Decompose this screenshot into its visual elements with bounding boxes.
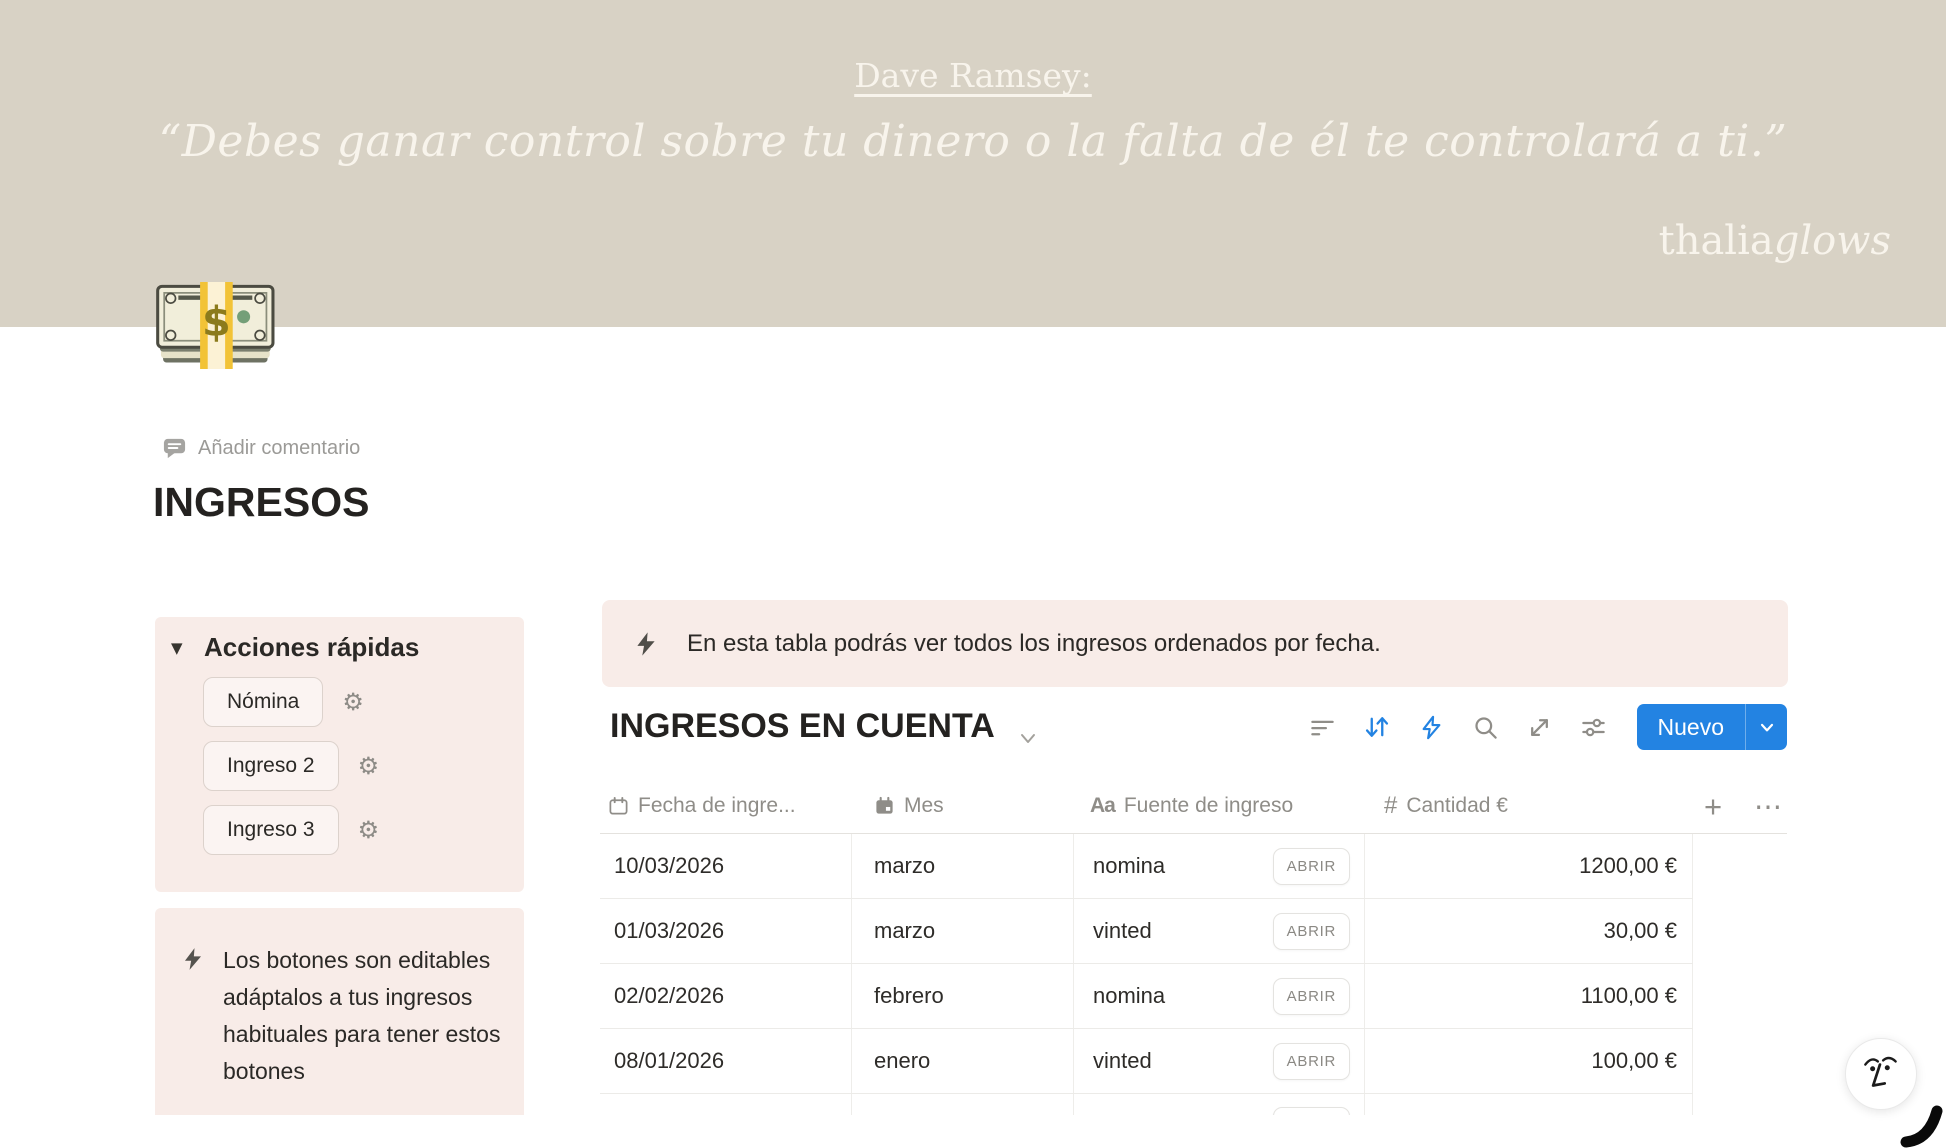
quick-action-button-ingreso-2[interactable]: Ingreso 2 bbox=[203, 741, 339, 791]
open-row-button[interactable]: ABRIR bbox=[1273, 1043, 1350, 1080]
column-label: Fecha de ingre... bbox=[638, 794, 796, 818]
column-header-fecha[interactable]: Fecha de ingre... bbox=[600, 779, 852, 833]
cell-fecha[interactable]: 10/03/2026 bbox=[600, 834, 852, 898]
cell-mes[interactable] bbox=[852, 1094, 1074, 1115]
comment-bubble-icon bbox=[162, 436, 187, 461]
banknotes-page-icon[interactable]: $ bbox=[152, 282, 283, 369]
filter-icon[interactable] bbox=[1309, 714, 1336, 741]
view-settings-sliders-icon[interactable] bbox=[1580, 714, 1607, 741]
cell-fuente[interactable]: nomina ABRIR bbox=[1074, 834, 1365, 898]
new-button[interactable]: Nuevo bbox=[1637, 704, 1745, 750]
new-button-group: Nuevo bbox=[1637, 704, 1787, 750]
table-callout-text: En esta tabla podrás ver todos los ingre… bbox=[687, 630, 1381, 658]
ink-crescent-mark bbox=[1899, 1098, 1946, 1148]
bottom-clip-mask bbox=[0, 1115, 1946, 1148]
add-comment-label: Añadir comentario bbox=[198, 437, 360, 460]
cell-fuente[interactable]: ABRIR bbox=[1074, 1094, 1365, 1115]
cell-mes[interactable]: marzo bbox=[852, 834, 1074, 898]
column-label: Mes bbox=[904, 794, 944, 818]
page-title: INGRESOS bbox=[153, 479, 369, 526]
table-row-partial: ABRIR bbox=[600, 1094, 1693, 1115]
gear-icon[interactable]: ⚙ bbox=[358, 754, 380, 778]
table-info-callout: En esta tabla podrás ver todos los ingre… bbox=[602, 600, 1788, 687]
quick-action-button-ingreso-3[interactable]: Ingreso 3 bbox=[203, 805, 339, 855]
automation-lightning-icon[interactable] bbox=[1418, 714, 1445, 741]
quote-attribution: Dave Ramsey: bbox=[0, 56, 1946, 95]
signature-regular: thalia bbox=[1659, 218, 1774, 264]
calendar-filled-icon bbox=[874, 796, 895, 817]
cell-fecha[interactable] bbox=[600, 1094, 852, 1115]
signature-italic: glows bbox=[1774, 218, 1891, 264]
column-label: Fuente de ingreso bbox=[1124, 794, 1293, 818]
open-row-button[interactable]: ABRIR bbox=[1273, 978, 1350, 1015]
table-row: 08/01/2026 enero vinted ABRIR 100,00 € bbox=[600, 1029, 1693, 1094]
expand-icon[interactable] bbox=[1526, 714, 1553, 741]
column-header-cantidad[interactable]: # Cantidad € bbox=[1365, 779, 1693, 833]
cell-mes[interactable]: febrero bbox=[852, 964, 1074, 1028]
cell-fecha[interactable]: 02/02/2026 bbox=[600, 964, 852, 1028]
cell-cantidad[interactable]: 30,00 € bbox=[1365, 899, 1693, 963]
table-row: 10/03/2026 marzo nomina ABRIR 1200,00 € bbox=[600, 834, 1693, 899]
cell-fecha[interactable]: 01/03/2026 bbox=[600, 899, 852, 963]
fuente-value: nomina bbox=[1093, 853, 1165, 879]
signature: thaliaglows bbox=[1659, 218, 1891, 264]
cell-fuente[interactable]: nomina ABRIR bbox=[1074, 964, 1365, 1028]
sort-icon[interactable] bbox=[1363, 713, 1391, 741]
open-row-button[interactable]: ABRIR bbox=[1273, 1107, 1350, 1115]
chevron-down-icon bbox=[1757, 717, 1777, 737]
chevron-down-icon[interactable] bbox=[1016, 726, 1040, 750]
search-icon[interactable] bbox=[1472, 714, 1499, 741]
table-more-options-button[interactable]: ⋯ bbox=[1754, 790, 1783, 823]
text-type-icon: Aa bbox=[1090, 794, 1115, 818]
add-column-button[interactable]: + bbox=[1704, 789, 1722, 825]
quick-actions-callout: ▼ Acciones rápidas Nómina ⚙ Ingreso 2 ⚙ … bbox=[155, 617, 524, 892]
lightning-icon bbox=[180, 946, 206, 972]
add-comment-action[interactable]: Añadir comentario bbox=[162, 436, 360, 461]
column-label: Cantidad € bbox=[1406, 794, 1508, 818]
number-icon: # bbox=[1384, 792, 1397, 820]
quick-action-button-nomina[interactable]: Nómina bbox=[203, 677, 323, 727]
database-toolbar: Nuevo bbox=[1309, 703, 1787, 751]
cell-fuente[interactable]: vinted ABRIR bbox=[1074, 1029, 1365, 1093]
cell-fuente[interactable]: vinted ABRIR bbox=[1074, 899, 1365, 963]
table-row: 02/02/2026 febrero nomina ABRIR 1100,00 … bbox=[600, 964, 1693, 1029]
cell-cantidad[interactable]: 100,00 € bbox=[1365, 1029, 1693, 1093]
open-row-button[interactable]: ABRIR bbox=[1273, 848, 1350, 885]
cell-fecha[interactable]: 08/01/2026 bbox=[600, 1029, 852, 1093]
cell-cantidad[interactable]: 1200,00 € bbox=[1365, 834, 1693, 898]
calendar-icon bbox=[608, 796, 629, 817]
fuente-value: nomina bbox=[1093, 983, 1165, 1009]
cell-cantidad[interactable]: 1100,00 € bbox=[1365, 964, 1693, 1028]
gear-icon[interactable]: ⚙ bbox=[358, 818, 380, 842]
fuente-value: vinted bbox=[1093, 918, 1152, 944]
column-header-fuente[interactable]: Aa Fuente de ingreso bbox=[1074, 779, 1365, 833]
cover-banner: Dave Ramsey: “Debes ganar control sobre … bbox=[0, 0, 1946, 327]
column-header-mes[interactable]: Mes bbox=[852, 779, 1074, 833]
cell-mes[interactable]: enero bbox=[852, 1029, 1074, 1093]
cell-mes[interactable]: marzo bbox=[852, 899, 1074, 963]
cell-cantidad[interactable] bbox=[1365, 1094, 1693, 1115]
table-body: 10/03/2026 marzo nomina ABRIR 1200,00 € … bbox=[600, 834, 1693, 1115]
fuente-value: vinted bbox=[1093, 1048, 1152, 1074]
svg-text:$: $ bbox=[202, 297, 231, 345]
sidebar-callout-text: Los botones son editables adáptalos a tu… bbox=[223, 942, 501, 1130]
open-row-button[interactable]: ABRIR bbox=[1273, 913, 1350, 950]
face-logo-icon bbox=[1860, 1051, 1902, 1097]
sidebar-info-callout: Los botones son editables adáptalos a tu… bbox=[155, 908, 524, 1130]
gear-icon[interactable]: ⚙ bbox=[342, 690, 364, 714]
collapse-triangle-icon[interactable]: ▼ bbox=[171, 639, 191, 657]
lightning-icon bbox=[632, 630, 660, 658]
table-row: 01/03/2026 marzo vinted ABRIR 30,00 € bbox=[600, 899, 1693, 964]
new-button-dropdown[interactable] bbox=[1746, 704, 1787, 750]
table-header-row: Fecha de ingre... Mes Aa Fuente de ingre… bbox=[600, 779, 1693, 833]
database-view-title: INGRESOS EN CUENTA bbox=[610, 707, 995, 746]
quick-actions-title: Acciones rápidas bbox=[204, 632, 419, 663]
quote-text: “Debes ganar control sobre tu dinero o l… bbox=[0, 116, 1946, 167]
